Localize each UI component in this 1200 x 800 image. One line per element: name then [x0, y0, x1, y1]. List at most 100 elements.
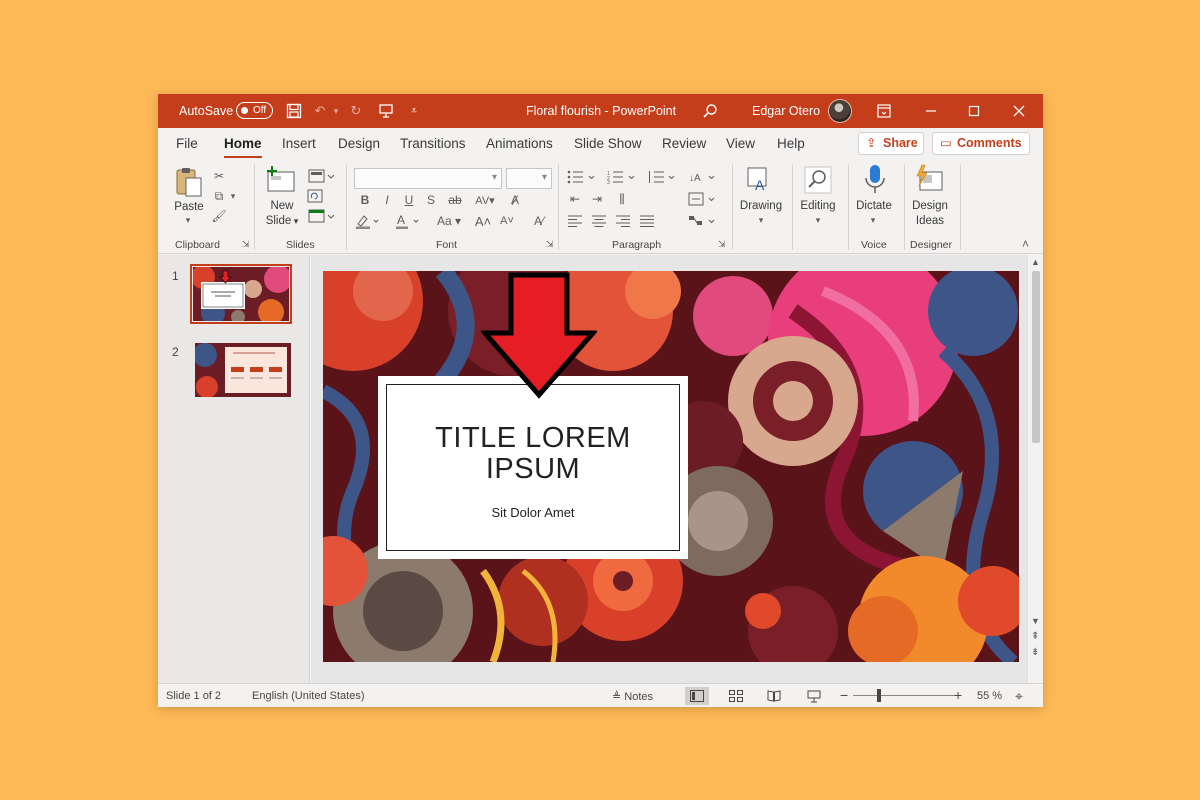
tab-insert[interactable]: Insert — [282, 136, 316, 151]
zoom-in-button[interactable]: + — [954, 687, 962, 703]
paste-dropdown-icon: ▾ — [185, 214, 191, 225]
increase-indent-icon[interactable]: ⇥ — [588, 190, 606, 208]
minimize-icon[interactable] — [921, 101, 941, 121]
align-center-icon[interactable] — [590, 212, 608, 230]
customize-toolbar-icon[interactable]: ⩡ — [404, 101, 424, 121]
vertical-scrollbar[interactable]: ▲ ▼ ⇞ ⇟ — [1027, 255, 1043, 683]
decrease-font-size-icon[interactable]: A˅ — [498, 212, 516, 230]
close-icon[interactable] — [1009, 101, 1029, 121]
ribbon-tabs: File Home Insert Design Transitions Anim… — [158, 128, 1043, 158]
copy-dropdown-icon[interactable]: ▾ — [228, 188, 238, 204]
slide-show-icon[interactable] — [804, 687, 824, 705]
bold-icon[interactable]: B — [358, 192, 372, 208]
tab-file[interactable]: File — [176, 136, 198, 151]
tab-design[interactable]: Design — [338, 136, 380, 151]
normal-view-icon[interactable] — [685, 687, 709, 705]
scroll-down-icon[interactable]: ▼ — [1031, 616, 1040, 626]
smartart-icon[interactable] — [686, 212, 718, 230]
slide-thumbnails-pane: 1 2 — [158, 255, 310, 683]
tab-animations[interactable]: Animations — [486, 136, 553, 151]
numbering-icon[interactable]: 123 — [606, 168, 638, 186]
collapse-ribbon-icon[interactable]: ˄ — [1022, 237, 1029, 251]
bullets-icon[interactable] — [566, 168, 598, 186]
font-color-icon[interactable]: A — [394, 212, 422, 230]
shadow-icon[interactable]: S — [424, 192, 438, 208]
tab-help[interactable]: Help — [777, 136, 805, 151]
paragraph-launcher-icon[interactable]: ⇲ — [718, 239, 726, 250]
font-launcher-icon[interactable]: ⇲ — [546, 239, 554, 250]
decrease-indent-icon[interactable]: ⇤ — [566, 190, 584, 208]
align-text-icon[interactable] — [686, 190, 718, 208]
notes-icon: ≜ — [612, 691, 622, 703]
dictate-label: Dictate — [856, 200, 892, 212]
previous-slide-icon[interactable]: ⇞ — [1031, 631, 1039, 642]
share-button[interactable]: ⇪ Share — [858, 132, 924, 155]
slide-canvas[interactable]: TITLE LOREM IPSUM Sit Dolor Amet — [323, 271, 1019, 662]
zoom-slider-thumb[interactable] — [877, 689, 882, 702]
tab-slide-show[interactable]: Slide Show — [574, 136, 642, 151]
tab-home[interactable]: Home — [224, 136, 262, 158]
reading-view-icon[interactable] — [764, 687, 784, 705]
search-icon[interactable] — [700, 101, 720, 121]
underline-icon[interactable]: U — [402, 192, 416, 208]
align-left-icon[interactable] — [566, 212, 584, 230]
save-icon[interactable] — [284, 101, 304, 121]
user-name[interactable]: Edgar Otero — [752, 104, 820, 118]
format-painter-icon[interactable]: 🖌 — [210, 208, 228, 224]
comments-button[interactable]: ▭ Comments — [932, 132, 1030, 155]
group-separator — [732, 164, 733, 250]
font-name-field[interactable]: ▾ — [354, 168, 502, 189]
section-icon[interactable] — [306, 208, 336, 224]
text-effects-icon[interactable]: A⁄ — [530, 212, 548, 230]
undo-dropdown-icon[interactable]: ▾ — [326, 101, 346, 121]
redo-icon[interactable]: ↻ — [346, 101, 366, 121]
strikethrough-icon[interactable]: ab — [446, 192, 464, 208]
italic-icon[interactable]: I — [380, 192, 394, 208]
present-icon[interactable] — [376, 101, 396, 121]
zoom-level[interactable]: 55 % — [977, 690, 1002, 702]
copy-icon[interactable]: ⧉ — [210, 188, 228, 204]
reset-icon[interactable] — [306, 188, 324, 204]
zoom-slider[interactable] — [853, 695, 958, 696]
next-slide-icon[interactable]: ⇟ — [1031, 647, 1039, 658]
tab-review[interactable]: Review — [662, 136, 706, 151]
tab-transitions[interactable]: Transitions — [400, 136, 466, 151]
scroll-up-icon[interactable]: ▲ — [1031, 257, 1040, 267]
title-bar: AutoSave Off ↶ ▾ ↻ ⩡ Floral flourish - P… — [158, 94, 1043, 128]
align-right-icon[interactable] — [614, 212, 632, 230]
notes-button[interactable]: ≜ Notes — [612, 690, 653, 703]
group-label-voice: Voice — [861, 239, 887, 251]
powerpoint-window: AutoSave Off ↶ ▾ ↻ ⩡ Floral flourish - P… — [158, 94, 1043, 707]
svg-text:A: A — [397, 213, 405, 227]
scrollbar-thumb[interactable] — [1032, 271, 1040, 443]
thumbnail-floral-image — [195, 343, 291, 397]
line-spacing-icon[interactable] — [646, 168, 678, 186]
language-indicator[interactable]: English (United States) — [252, 690, 365, 702]
text-direction-icon[interactable]: ↓A — [686, 168, 718, 186]
slide-title[interactable]: TITLE LOREM IPSUM — [387, 423, 679, 485]
ribbon-display-icon[interactable] — [874, 101, 894, 121]
justify-icon[interactable] — [638, 212, 656, 230]
clipboard-launcher-icon[interactable]: ⇲ — [242, 239, 250, 250]
maximize-icon[interactable] — [964, 101, 984, 121]
font-size-field[interactable]: ▾ — [506, 168, 552, 189]
cut-icon[interactable]: ✂ — [210, 168, 228, 184]
slide-subtitle[interactable]: Sit Dolor Amet — [387, 505, 679, 520]
increase-font-size-icon[interactable]: A˄ — [474, 212, 492, 230]
layout-icon[interactable] — [306, 168, 336, 184]
fit-slide-icon[interactable]: ⌖ — [1009, 687, 1029, 705]
tab-view[interactable]: View — [726, 136, 755, 151]
change-case-icon[interactable]: Aa ▾ — [434, 212, 464, 230]
slide-thumbnail-2[interactable] — [195, 343, 291, 397]
slide-thumbnail-1[interactable] — [190, 264, 292, 324]
columns-icon[interactable]: ⫼ — [612, 190, 632, 208]
slide-sorter-icon[interactable] — [726, 687, 746, 705]
clear-formatting-icon[interactable]: Ⱥ — [506, 192, 524, 208]
autosave-toggle[interactable]: Off — [236, 102, 273, 119]
group-label-paragraph: Paragraph — [612, 239, 662, 251]
avatar[interactable] — [828, 99, 852, 123]
highlight-icon[interactable] — [354, 212, 382, 230]
title-placeholder[interactable]: TITLE LOREM IPSUM Sit Dolor Amet — [378, 376, 688, 559]
zoom-out-button[interactable]: − — [840, 687, 848, 703]
character-spacing-icon[interactable]: AV▾ — [472, 192, 498, 208]
